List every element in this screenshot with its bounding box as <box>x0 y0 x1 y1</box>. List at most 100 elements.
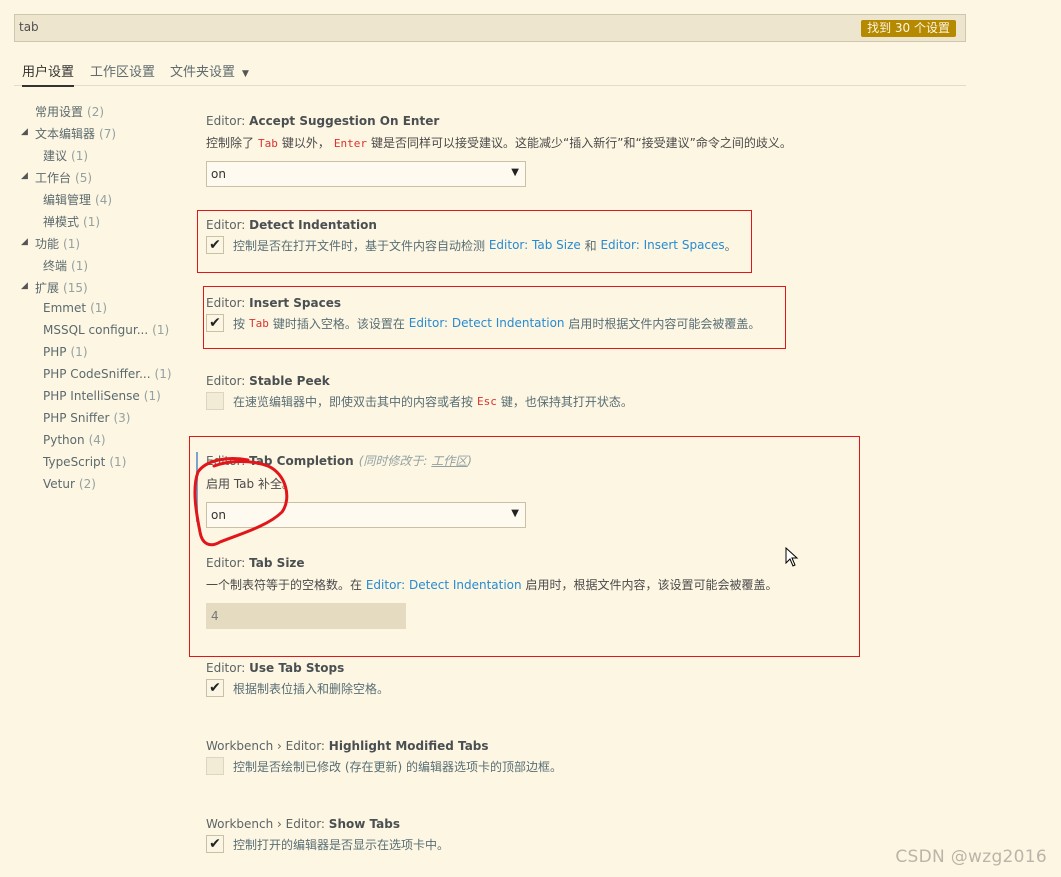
toc-item-python[interactable]: Python (4) <box>43 433 106 447</box>
toc-item-php-intellisense[interactable]: PHP IntelliSense (1) <box>43 389 161 403</box>
show-tabs-checkbox[interactable]: ✔ <box>206 835 224 853</box>
setting-name: Detect Indentation <box>249 218 377 232</box>
highlight-modified-tabs-checkbox[interactable] <box>206 757 224 775</box>
toc-item-emmet[interactable]: Emmet (1) <box>43 301 107 315</box>
desc-text: 控制是否绘制已修改 (存在更新) 的编辑器选项卡的顶部边框。 <box>233 759 562 774</box>
link-tab-size[interactable]: Editor: Tab Size <box>489 238 581 252</box>
settings-scope-tabs: 用户设置 工作区设置 文件夹设置 ▼ <box>14 54 966 87</box>
setting-tab-size: Editor: Tab Size 一个制表符等于的空格数。在 Editor: D… <box>206 556 777 629</box>
toc-item-count: (4) <box>88 433 106 447</box>
toc-item-count: (3) <box>113 411 131 425</box>
detect-indentation-checkbox[interactable]: ✔ <box>206 236 224 254</box>
setting-category: Editor: <box>206 556 250 570</box>
setting-title: Editor: Use Tab Stops <box>206 661 389 675</box>
setting-description: 一个制表符等于的空格数。在 Editor: Detect Indentation… <box>206 576 777 593</box>
toc-item-common[interactable]: 常用设置 (2) <box>35 103 104 120</box>
toc-item-editor-management[interactable]: 编辑管理 (4) <box>43 191 112 208</box>
code-snippet: Enter <box>333 137 368 150</box>
setting-row: ✔ 按 Tab 键时插入空格。该设置在 Editor: Detect Indenta… <box>206 314 760 332</box>
toc-item-terminal[interactable]: 终端 (1) <box>43 257 88 274</box>
collapse-triangle-icon[interactable]: ◢ <box>21 281 28 291</box>
workspace-link[interactable]: 工作区 <box>431 454 467 468</box>
code-snippet: Esc <box>477 394 497 408</box>
setting-insert-spaces: Editor: Insert Spaces ✔ 按 Tab 键时插入空格。该设置在 … <box>206 296 760 332</box>
tab-user-settings[interactable]: 用户设置 <box>22 61 75 87</box>
toc-item-php[interactable]: PHP (1) <box>43 345 88 359</box>
toc-item-vetur[interactable]: Vetur (2) <box>43 477 96 491</box>
setting-title: Workbench › Editor: Show Tabs <box>206 817 449 831</box>
use-tab-stops-checkbox[interactable]: ✔ <box>206 679 224 697</box>
link-detect-indentation[interactable]: Editor: Detect Indentation <box>366 578 522 592</box>
toc-item-typescript[interactable]: TypeScript (1) <box>43 455 126 469</box>
desc-text: 控制是否在打开文件时，基于文件内容自动检测 <box>233 238 486 253</box>
toc-item-count: (4) <box>95 193 113 207</box>
desc-text: 键是否同样可以接受建议。这能减少“插入新行”和“接受建议”命令之间的歧义。 <box>371 136 792 150</box>
toc-item-label: PHP <box>43 345 67 359</box>
toc-item-php-codesniffer[interactable]: PHP CodeSniffer... (1) <box>43 367 172 381</box>
toc-item-mssql[interactable]: MSSQL configur... (1) <box>43 323 169 337</box>
insert-spaces-checkbox[interactable]: ✔ <box>206 314 224 332</box>
toc-item-workbench[interactable]: ◢ 工作台 (5) <box>21 169 93 186</box>
toc-item-suggestions[interactable]: 建议 (1) <box>43 147 88 164</box>
toc-item-count: (2) <box>87 105 105 119</box>
setting-name: Show Tabs <box>328 817 400 831</box>
toc-item-text-editor[interactable]: ◢ 文本编辑器 (7) <box>21 125 117 142</box>
desc-text: 一个制表符等于的空格数。在 <box>206 578 363 592</box>
toc-item-count: (1) <box>63 237 81 251</box>
toc-item-count: (7) <box>99 127 117 141</box>
result-count-badge: 找到 30 个设置 <box>861 20 956 37</box>
toc-item-php-sniffer[interactable]: PHP Sniffer (3) <box>43 411 130 425</box>
toc-item-label: MSSQL configur... <box>43 323 149 337</box>
collapse-triangle-icon[interactable]: ◢ <box>21 171 28 181</box>
setting-use-tab-stops: Editor: Use Tab Stops ✔ 根据制表位插入和删除空格。 <box>206 661 389 697</box>
desc-text: 和 <box>584 238 597 253</box>
desc-text: 键时插入空格。该设置在 <box>272 316 405 331</box>
checkmark-icon: ✔ <box>209 315 221 331</box>
toc-item-extensions[interactable]: ◢ 扩展 (15) <box>21 279 88 296</box>
code-snippet: Tab <box>249 316 269 330</box>
setting-row: ✔ 控制是否在打开文件时，基于文件内容自动检测 Editor: Tab Size… <box>206 236 737 254</box>
toc-item-label: Emmet <box>43 301 87 315</box>
tab-workspace-settings[interactable]: 工作区设置 <box>90 61 155 80</box>
setting-name: Insert Spaces <box>249 296 342 310</box>
setting-detect-indentation: Editor: Detect Indentation ✔ 控制是否在打开文件时，… <box>206 218 737 254</box>
toc-item-label: 禅模式 <box>43 215 80 229</box>
dropdown-arrow-icon: ▼ <box>511 167 519 178</box>
mouse-cursor-icon <box>785 547 799 567</box>
tab-folder-settings[interactable]: 文件夹设置 ▼ <box>170 61 249 80</box>
setting-name: Accept Suggestion On Enter <box>249 114 440 128</box>
toc-item-count: (1) <box>154 367 172 381</box>
note-prefix: (同时修改于: <box>358 454 432 468</box>
toc-item-count: (1) <box>71 259 89 273</box>
toc-item-zen-mode[interactable]: 禅模式 (1) <box>43 213 100 230</box>
setting-row: ✔ 控制打开的编辑器是否显示在选项卡中。 <box>206 835 449 853</box>
toc-item-count: (5) <box>75 171 93 185</box>
desc-text: 控制打开的编辑器是否显示在选项卡中。 <box>233 837 450 852</box>
toc-item-label: 文本编辑器 <box>35 127 96 141</box>
setting-category: Editor: <box>206 374 250 388</box>
stable-peek-checkbox[interactable] <box>206 392 224 410</box>
setting-accept-suggestion-on-enter: Editor: Accept Suggestion On Enter 控制除了 T… <box>206 114 792 187</box>
setting-show-tabs: Workbench › Editor: Show Tabs ✔ 控制打开的编辑器… <box>206 817 449 853</box>
link-insert-spaces[interactable]: Editor: Insert Spaces <box>600 238 724 252</box>
toc-item-label: Python <box>43 433 85 447</box>
toc-item-count: (15) <box>63 281 88 295</box>
toc-item-label: 扩展 <box>35 281 60 295</box>
desc-text: 根据制表位插入和删除空格。 <box>233 681 390 696</box>
code-snippet: Tab <box>258 137 278 150</box>
toc-item-label: 终端 <box>43 259 68 273</box>
accept-suggestion-dropdown[interactable]: on ▼ <box>206 161 526 187</box>
setting-title: Editor: Insert Spaces <box>206 296 760 310</box>
toc-item-count: (1) <box>71 149 89 163</box>
setting-highlight-modified-tabs: Workbench › Editor: Highlight Modified T… <box>206 739 562 775</box>
tab-size-input[interactable] <box>206 603 406 629</box>
settings-search-bar[interactable]: 找到 30 个设置 <box>14 14 966 42</box>
desc-text: 启用时，根据文件内容，该设置可能会被覆盖。 <box>525 578 778 592</box>
toc-item-features[interactable]: ◢ 功能 (1) <box>21 235 81 252</box>
link-detect-indentation[interactable]: Editor: Detect Indentation <box>409 316 565 330</box>
setting-name: Stable Peek <box>249 374 330 388</box>
collapse-triangle-icon[interactable]: ◢ <box>21 127 28 137</box>
desc-text: 启用时根据文件内容可能会被覆盖。 <box>568 316 761 331</box>
collapse-triangle-icon[interactable]: ◢ <box>21 237 28 247</box>
settings-search-input[interactable] <box>19 20 619 34</box>
